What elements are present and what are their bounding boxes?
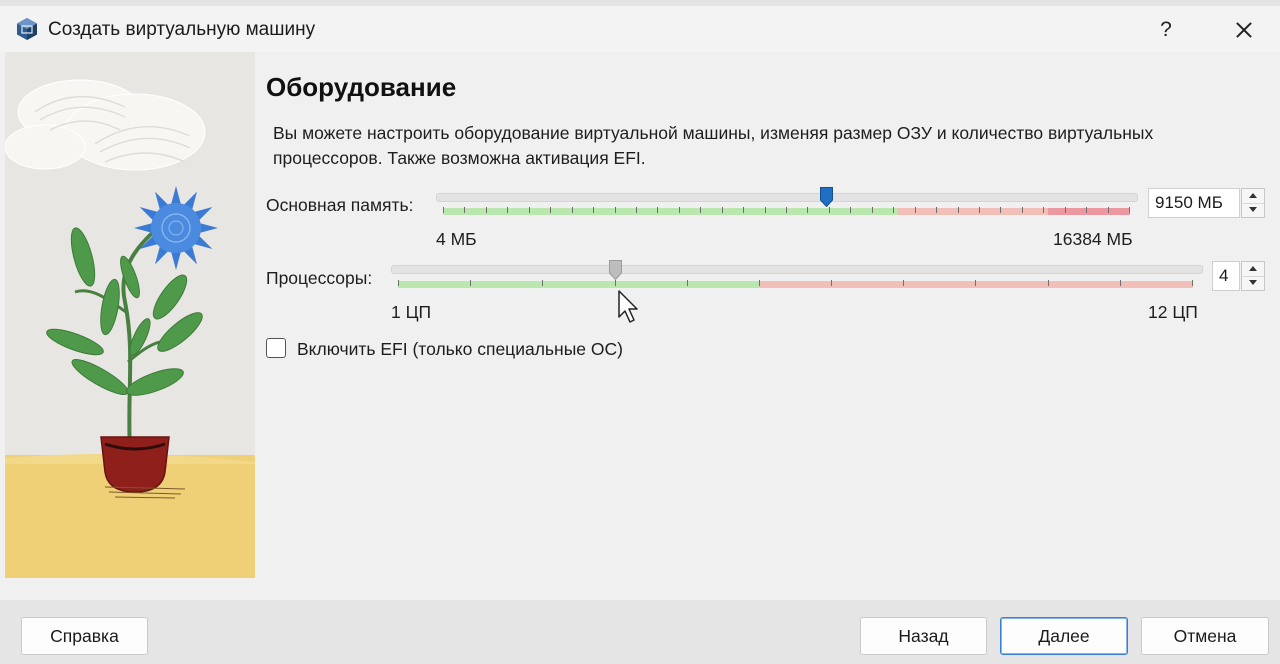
efi-checkbox-label[interactable]: Включить EFI (только специальные ОС) (297, 339, 623, 360)
close-icon[interactable] (1226, 12, 1262, 48)
cpu-slider-handle[interactable] (608, 260, 622, 280)
next-button[interactable]: Далее (1000, 617, 1128, 655)
cpu-label: Процессоры: (266, 268, 373, 288)
cpu-max-label: 12 ЦП (1148, 302, 1198, 322)
title-bar: Создать виртуальную машину ? (0, 6, 1280, 52)
slider-tick (470, 280, 472, 286)
cpu-spinbox-buttons[interactable] (1241, 261, 1265, 291)
memory-label: Основная память: (266, 195, 414, 215)
slider-tick (593, 207, 595, 213)
slider-tick (1086, 207, 1088, 213)
cpu-increase-arrow-icon[interactable] (1242, 262, 1264, 277)
cpu-slider-track[interactable] (391, 265, 1203, 274)
help-title-button[interactable]: ? (1148, 12, 1184, 48)
slider-tick (657, 207, 659, 213)
slider-tick (764, 207, 766, 213)
cancel-button[interactable]: Отмена (1141, 617, 1269, 655)
slider-tick (978, 207, 980, 213)
slider-tick (700, 207, 702, 213)
memory-increase-arrow-icon[interactable] (1242, 189, 1264, 204)
slider-tick (721, 207, 723, 213)
cpu-safe-band (398, 281, 759, 288)
slider-tick (743, 207, 745, 213)
slider-tick (914, 207, 916, 213)
slider-tick (464, 207, 466, 213)
page-title: Оборудование (266, 72, 457, 102)
slider-tick (1192, 280, 1193, 286)
memory-danger-band (1048, 208, 1130, 215)
slider-tick (1043, 207, 1045, 213)
slider-tick (398, 280, 399, 286)
cpu-decrease-arrow-icon[interactable] (1242, 276, 1264, 290)
slider-tick (1047, 280, 1049, 286)
slider-tick (542, 280, 544, 286)
help-button[interactable]: Справка (21, 617, 148, 655)
slider-tick (1000, 207, 1002, 213)
slider-tick (807, 207, 809, 213)
mouse-pointer-icon (618, 290, 638, 323)
memory-max-label: 16384 МБ (1053, 229, 1133, 249)
efi-checkbox[interactable] (266, 338, 286, 358)
slider-tick (1119, 280, 1121, 286)
cpu-min-label: 1 ЦП (391, 302, 432, 322)
window-title: Создать виртуальную машину (48, 19, 316, 40)
slider-tick (786, 207, 787, 213)
slider-tick (1021, 207, 1023, 213)
cpu-value-field[interactable]: 4 (1212, 261, 1240, 291)
slider-tick (893, 207, 895, 213)
slider-tick (614, 207, 616, 213)
slider-tick (1129, 207, 1130, 213)
slider-tick (831, 280, 833, 286)
memory-value-field[interactable]: 9150 МБ (1148, 188, 1240, 218)
slider-tick (678, 207, 680, 213)
slider-tick (1107, 207, 1109, 213)
memory-decrease-arrow-icon[interactable] (1242, 203, 1264, 217)
slider-tick (528, 207, 530, 213)
memory-slider-handle[interactable] (820, 187, 834, 207)
slider-tick (903, 280, 905, 286)
slider-tick (936, 207, 938, 213)
slider-tick (871, 207, 873, 213)
memory-warn-band (898, 208, 1048, 215)
slider-tick (1064, 207, 1066, 213)
slider-tick (571, 207, 573, 213)
slider-tick (686, 280, 688, 286)
slider-tick (443, 207, 444, 213)
page-description: Вы можете настроить оборудование виртуал… (273, 123, 1154, 168)
memory-min-label: 4 МБ (436, 229, 477, 249)
back-button[interactable]: Назад (860, 617, 987, 655)
slider-tick (850, 207, 852, 213)
slider-tick (828, 207, 830, 213)
slider-tick (957, 207, 959, 213)
virtualbox-logo-icon (17, 18, 37, 40)
wizard-illustration (5, 52, 255, 578)
slider-tick (758, 280, 760, 286)
memory-spinbox-buttons[interactable] (1241, 188, 1265, 218)
slider-tick (635, 207, 637, 213)
slider-tick (614, 280, 616, 286)
slider-tick (485, 207, 487, 213)
slider-tick (975, 280, 977, 286)
slider-tick (507, 207, 509, 213)
memory-slider-track[interactable] (436, 193, 1138, 202)
slider-tick (550, 207, 552, 213)
